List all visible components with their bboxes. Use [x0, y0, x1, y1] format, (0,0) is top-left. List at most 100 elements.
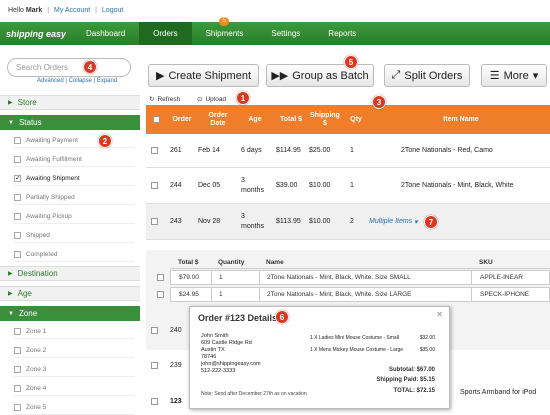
marker-2: 2 — [98, 134, 112, 148]
zone-item[interactable]: Zone 5 — [14, 401, 134, 415]
refresh-icon: ↻ — [149, 96, 155, 103]
zone-label: Zone 1 — [26, 328, 47, 335]
status-completed[interactable]: Completed — [14, 248, 134, 262]
top-bar: Hello Mark | My Account | Logout — [0, 0, 550, 22]
filter-store-label: Store — [17, 98, 37, 107]
marker-1: 1 — [236, 91, 250, 105]
col-order[interactable]: Order — [166, 105, 198, 134]
checkbox[interactable] — [14, 404, 21, 411]
row-checkbox[interactable] — [151, 361, 158, 369]
search-input[interactable]: Search Orders — [7, 58, 131, 77]
table-row-expanded[interactable]: 243 Nov 28 3 months $113.95 $10.00 2 Mul… — [146, 204, 550, 240]
status-awaiting-payment[interactable]: Awaiting Payment — [14, 134, 134, 148]
filter-destination[interactable]: ▶ Destination — [0, 266, 140, 281]
filter-status[interactable]: ▼ Status — [0, 115, 140, 130]
logo[interactable]: shipping easy — [0, 22, 72, 45]
expand-icon: ▶ — [8, 271, 13, 277]
collapse-icon: ▼ — [8, 310, 14, 317]
checkmark-icon[interactable]: ✓ — [14, 175, 21, 182]
table-row[interactable]: 261 Feb 14 6 days $114.95 $25.00 1 2Tone… — [146, 134, 550, 168]
checkbox[interactable] — [14, 251, 21, 258]
status-awaiting-pickup[interactable]: Awaiting Pickup — [14, 210, 134, 224]
split-icon: ⤢ — [391, 69, 401, 81]
row-checkbox[interactable] — [157, 291, 164, 298]
sub-table-row[interactable]: $79.00 1 2Tone Nationals - Mint, Black, … — [170, 270, 550, 285]
list-icon: ☰ — [489, 70, 500, 82]
col-qty[interactable]: Qty — [344, 105, 368, 134]
checkbox[interactable] — [14, 328, 21, 335]
expand-icon: ▶ — [8, 291, 13, 297]
greeting: Hello — [8, 7, 24, 14]
multiple-items-link[interactable]: Multiple Items ▾ — [369, 204, 418, 239]
col-item-name[interactable]: Item Name — [372, 105, 550, 134]
subtotal: Subtotal: $67.00 — [388, 367, 435, 373]
tab-shipments[interactable]: Shipments 5 — [192, 17, 258, 45]
checkbox[interactable] — [14, 213, 21, 220]
sub-table-row[interactable]: $24.95 1 2Tone Nationals - Mint, Black, … — [170, 287, 550, 302]
create-shipment-button[interactable]: ▶ Create Shipment — [148, 64, 259, 87]
status-label: Partially Shipped — [26, 194, 75, 201]
filter-age[interactable]: ▶ Age — [0, 286, 140, 301]
zone-item[interactable]: Zone 2 — [14, 344, 134, 358]
status-partially-shipped[interactable]: Partially Shipped — [14, 191, 134, 205]
account-links: Hello Mark | My Account | Logout — [8, 7, 124, 14]
col-order-date[interactable]: Order Date — [201, 105, 235, 134]
checkbox[interactable] — [14, 194, 21, 201]
play-icon: ▶ — [155, 70, 165, 82]
more-button[interactable]: ☰ More ▾ — [481, 64, 547, 87]
row-checkbox[interactable] — [151, 182, 158, 189]
order-line: 1 X Ladies Mini Mouse Costume - Small $32… — [310, 335, 435, 341]
status-awaiting-fulfillment[interactable]: Awaiting Fulfillment — [14, 153, 134, 167]
row-checkbox[interactable] — [151, 147, 158, 154]
chevron-down-icon: ▾ — [532, 70, 539, 82]
filter-store[interactable]: ▶ Store — [0, 95, 140, 110]
row-checkbox[interactable] — [151, 326, 158, 334]
row-checkbox[interactable] — [151, 218, 158, 225]
status-label: Shipped — [26, 232, 50, 239]
col-age[interactable]: Age — [240, 105, 270, 134]
upload-icon: ⊙ — [197, 96, 203, 103]
shipments-count-badge: 5 — [219, 17, 229, 26]
tab-dashboard[interactable]: Dashboard — [72, 22, 139, 45]
checkbox[interactable] — [14, 232, 21, 239]
split-orders-button[interactable]: ⤢ Split Orders — [384, 64, 470, 87]
zone-label: Zone 5 — [26, 404, 47, 411]
order-lines: 1 X Ladies Mini Mouse Costume - Small $32… — [310, 335, 435, 359]
status-label: Awaiting Fulfillment — [26, 156, 82, 163]
row-checkbox[interactable] — [157, 274, 164, 281]
filter-age-label: Age — [17, 289, 32, 298]
shipping-paid: Shipping Paid: $5.15 — [376, 377, 435, 383]
checkbox[interactable] — [14, 347, 21, 354]
group-as-batch-button[interactable]: ▶▶ Group as Batch — [266, 64, 374, 87]
zone-item[interactable]: Zone 3 — [14, 363, 134, 377]
checkbox[interactable] — [14, 366, 21, 373]
tab-orders[interactable]: Orders — [139, 22, 192, 45]
my-account-link[interactable]: My Account — [54, 7, 90, 14]
order-note: Note: Send after December 27th as on vac… — [201, 391, 307, 397]
checkbox[interactable] — [14, 137, 21, 144]
table-row[interactable]: 244 Dec 05 3 months $39.00 $10.00 1 2Ton… — [146, 168, 550, 204]
col-total[interactable]: Total $ — [274, 105, 308, 134]
marker-5: 5 — [344, 55, 358, 69]
checkbox[interactable] — [14, 156, 21, 163]
logout-link[interactable]: Logout — [102, 7, 123, 14]
status-awaiting-shipment[interactable]: ✓ Awaiting Shipment — [14, 172, 134, 186]
refresh-button[interactable]: ↻ Refresh — [149, 95, 180, 104]
marker-6: 6 — [275, 310, 289, 324]
upload-button[interactable]: ⊙ Upload — [197, 95, 226, 104]
tab-reports[interactable]: Reports — [314, 22, 370, 45]
popup-title: Order #123 Details: — [198, 313, 281, 323]
close-icon[interactable]: ✕ — [436, 310, 443, 319]
col-shipping[interactable]: Shipping $ — [310, 105, 340, 134]
row-checkbox[interactable] — [151, 397, 158, 405]
tab-settings[interactable]: Settings — [257, 22, 314, 45]
zone-item[interactable]: Zone 1 — [14, 325, 134, 339]
zone-item[interactable]: Zone 4 — [14, 382, 134, 396]
status-shipped[interactable]: Shipped — [14, 229, 134, 243]
search-links[interactable]: Advanced | Collapse | Expand — [37, 78, 117, 84]
filter-zone[interactable]: ▼ Zone — [0, 306, 140, 321]
checkbox[interactable] — [14, 385, 21, 392]
order-line: 1 X Mens Mickey Mouse Costume - Large $35… — [310, 347, 435, 353]
expand-icon: ▶ — [8, 100, 13, 106]
select-all-checkbox[interactable] — [146, 105, 166, 134]
